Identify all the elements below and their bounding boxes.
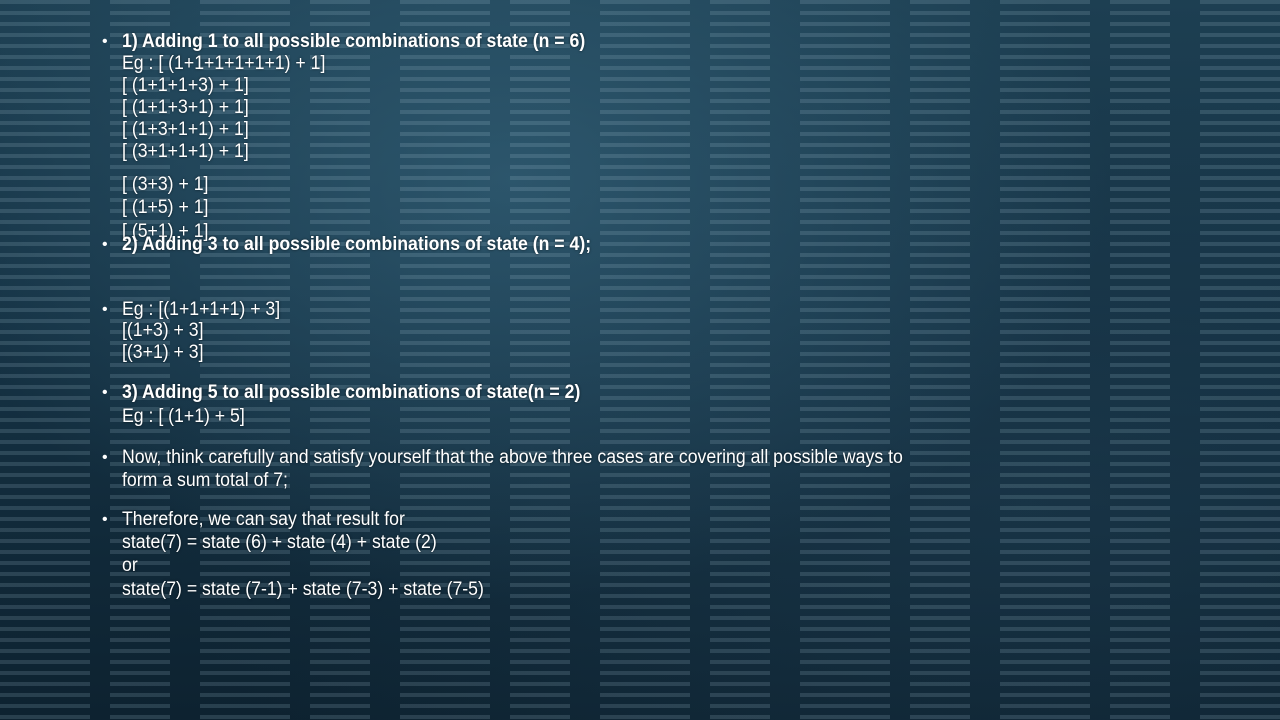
conclusion-or: or: [122, 555, 138, 576]
bullet: •: [102, 449, 108, 466]
case1-example: [ (3+3) + 1]: [122, 174, 209, 195]
note-text: form a sum total of 7;: [122, 470, 288, 491]
case1-example: Eg : [ (1+1+1+1+1+1) + 1]: [122, 53, 326, 74]
case2-example: [(3+1) + 3]: [122, 342, 204, 363]
case3-example: Eg : [ (1+1) + 5]: [122, 406, 245, 427]
bullet: •: [102, 301, 108, 318]
conclusion-formula: state(7) = state (6) + state (4) + state…: [122, 532, 437, 553]
bullet: •: [102, 384, 108, 401]
bullet: •: [102, 33, 108, 50]
case2-example: [(1+3) + 3]: [122, 320, 204, 341]
case2-example: Eg : [(1+1+1+1) + 3]: [122, 299, 281, 320]
case1-example: [ (1+5) + 1]: [122, 197, 209, 218]
bullet: •: [102, 236, 108, 253]
bullet: •: [102, 511, 108, 528]
conclusion-formula: state(7) = state (7-1) + state (7-3) + s…: [122, 579, 484, 600]
note-text: Now, think carefully and satisfy yoursel…: [122, 447, 903, 468]
case1-example: [ (1+1+3+1) + 1]: [122, 97, 249, 118]
case3-heading: 3) Adding 5 to all possible combinations…: [122, 382, 581, 403]
conclusion-text: Therefore, we can say that result for: [122, 509, 405, 530]
case2-heading: 2) Adding 3 to all possible combinations…: [122, 234, 592, 255]
case1-example: [ (1+1+1+3) + 1]: [122, 75, 249, 96]
case1-example: [ (1+3+1+1) + 1]: [122, 119, 249, 140]
case1-heading: 1) Adding 1 to all possible combinations…: [122, 31, 586, 52]
case1-example: [ (3+1+1+1) + 1]: [122, 141, 249, 162]
